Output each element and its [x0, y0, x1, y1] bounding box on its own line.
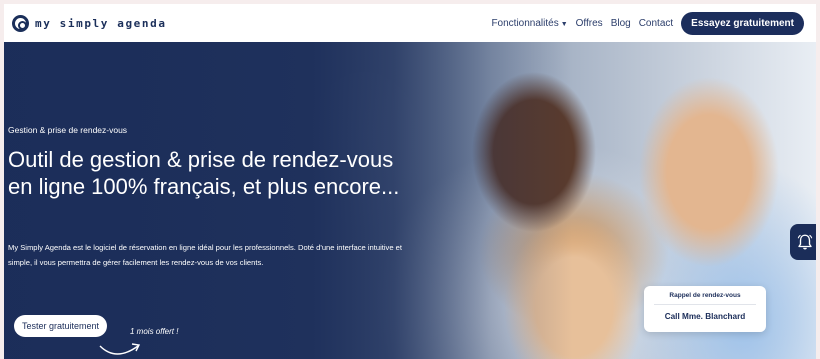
- logo[interactable]: my simply agenda: [12, 14, 167, 32]
- notification-button[interactable]: [790, 224, 816, 260]
- reminder-card: Rappel de rendez-vous Call Mme. Blanchar…: [644, 286, 766, 332]
- reminder-body: Call Mme. Blanchard: [664, 312, 746, 321]
- hero-section: Gestion & prise de rendez-vous Outil de …: [4, 42, 816, 359]
- menu-item-fonctionnalites[interactable]: Fonctionnalités ▼: [491, 18, 567, 29]
- test-free-button[interactable]: Tester gratuitement: [14, 315, 108, 337]
- logo-icon: [12, 14, 29, 32]
- hero-headline: Outil de gestion & prise de rendez-vous …: [8, 147, 400, 199]
- hero-eyebrow: Gestion & prise de rendez-vous: [8, 125, 128, 135]
- hero-description: My Simply Agenda est le logiciel de rése…: [8, 243, 403, 267]
- menu-item-contact[interactable]: Contact: [639, 18, 673, 29]
- curved-arrow-icon: [99, 343, 141, 355]
- logo-text: my simply agenda: [35, 16, 167, 30]
- menu-item-offres[interactable]: Offres: [576, 18, 603, 29]
- reminder-title: Rappel de rendez-vous: [654, 286, 756, 305]
- free-month-note: 1 mois offert !: [130, 327, 179, 336]
- main-menu: Fonctionnalités ▼ Offres Blog Contact Ess…: [491, 11, 804, 35]
- bell-icon: [797, 234, 813, 250]
- top-navbar: my simply agenda Fonctionnalités ▼ Offres…: [4, 4, 816, 42]
- chevron-down-icon: ▼: [560, 20, 568, 28]
- try-free-button[interactable]: Essayez gratuitement: [681, 11, 804, 35]
- menu-item-label: Fonctionnalités: [491, 17, 559, 29]
- menu-item-blog[interactable]: Blog: [611, 18, 631, 29]
